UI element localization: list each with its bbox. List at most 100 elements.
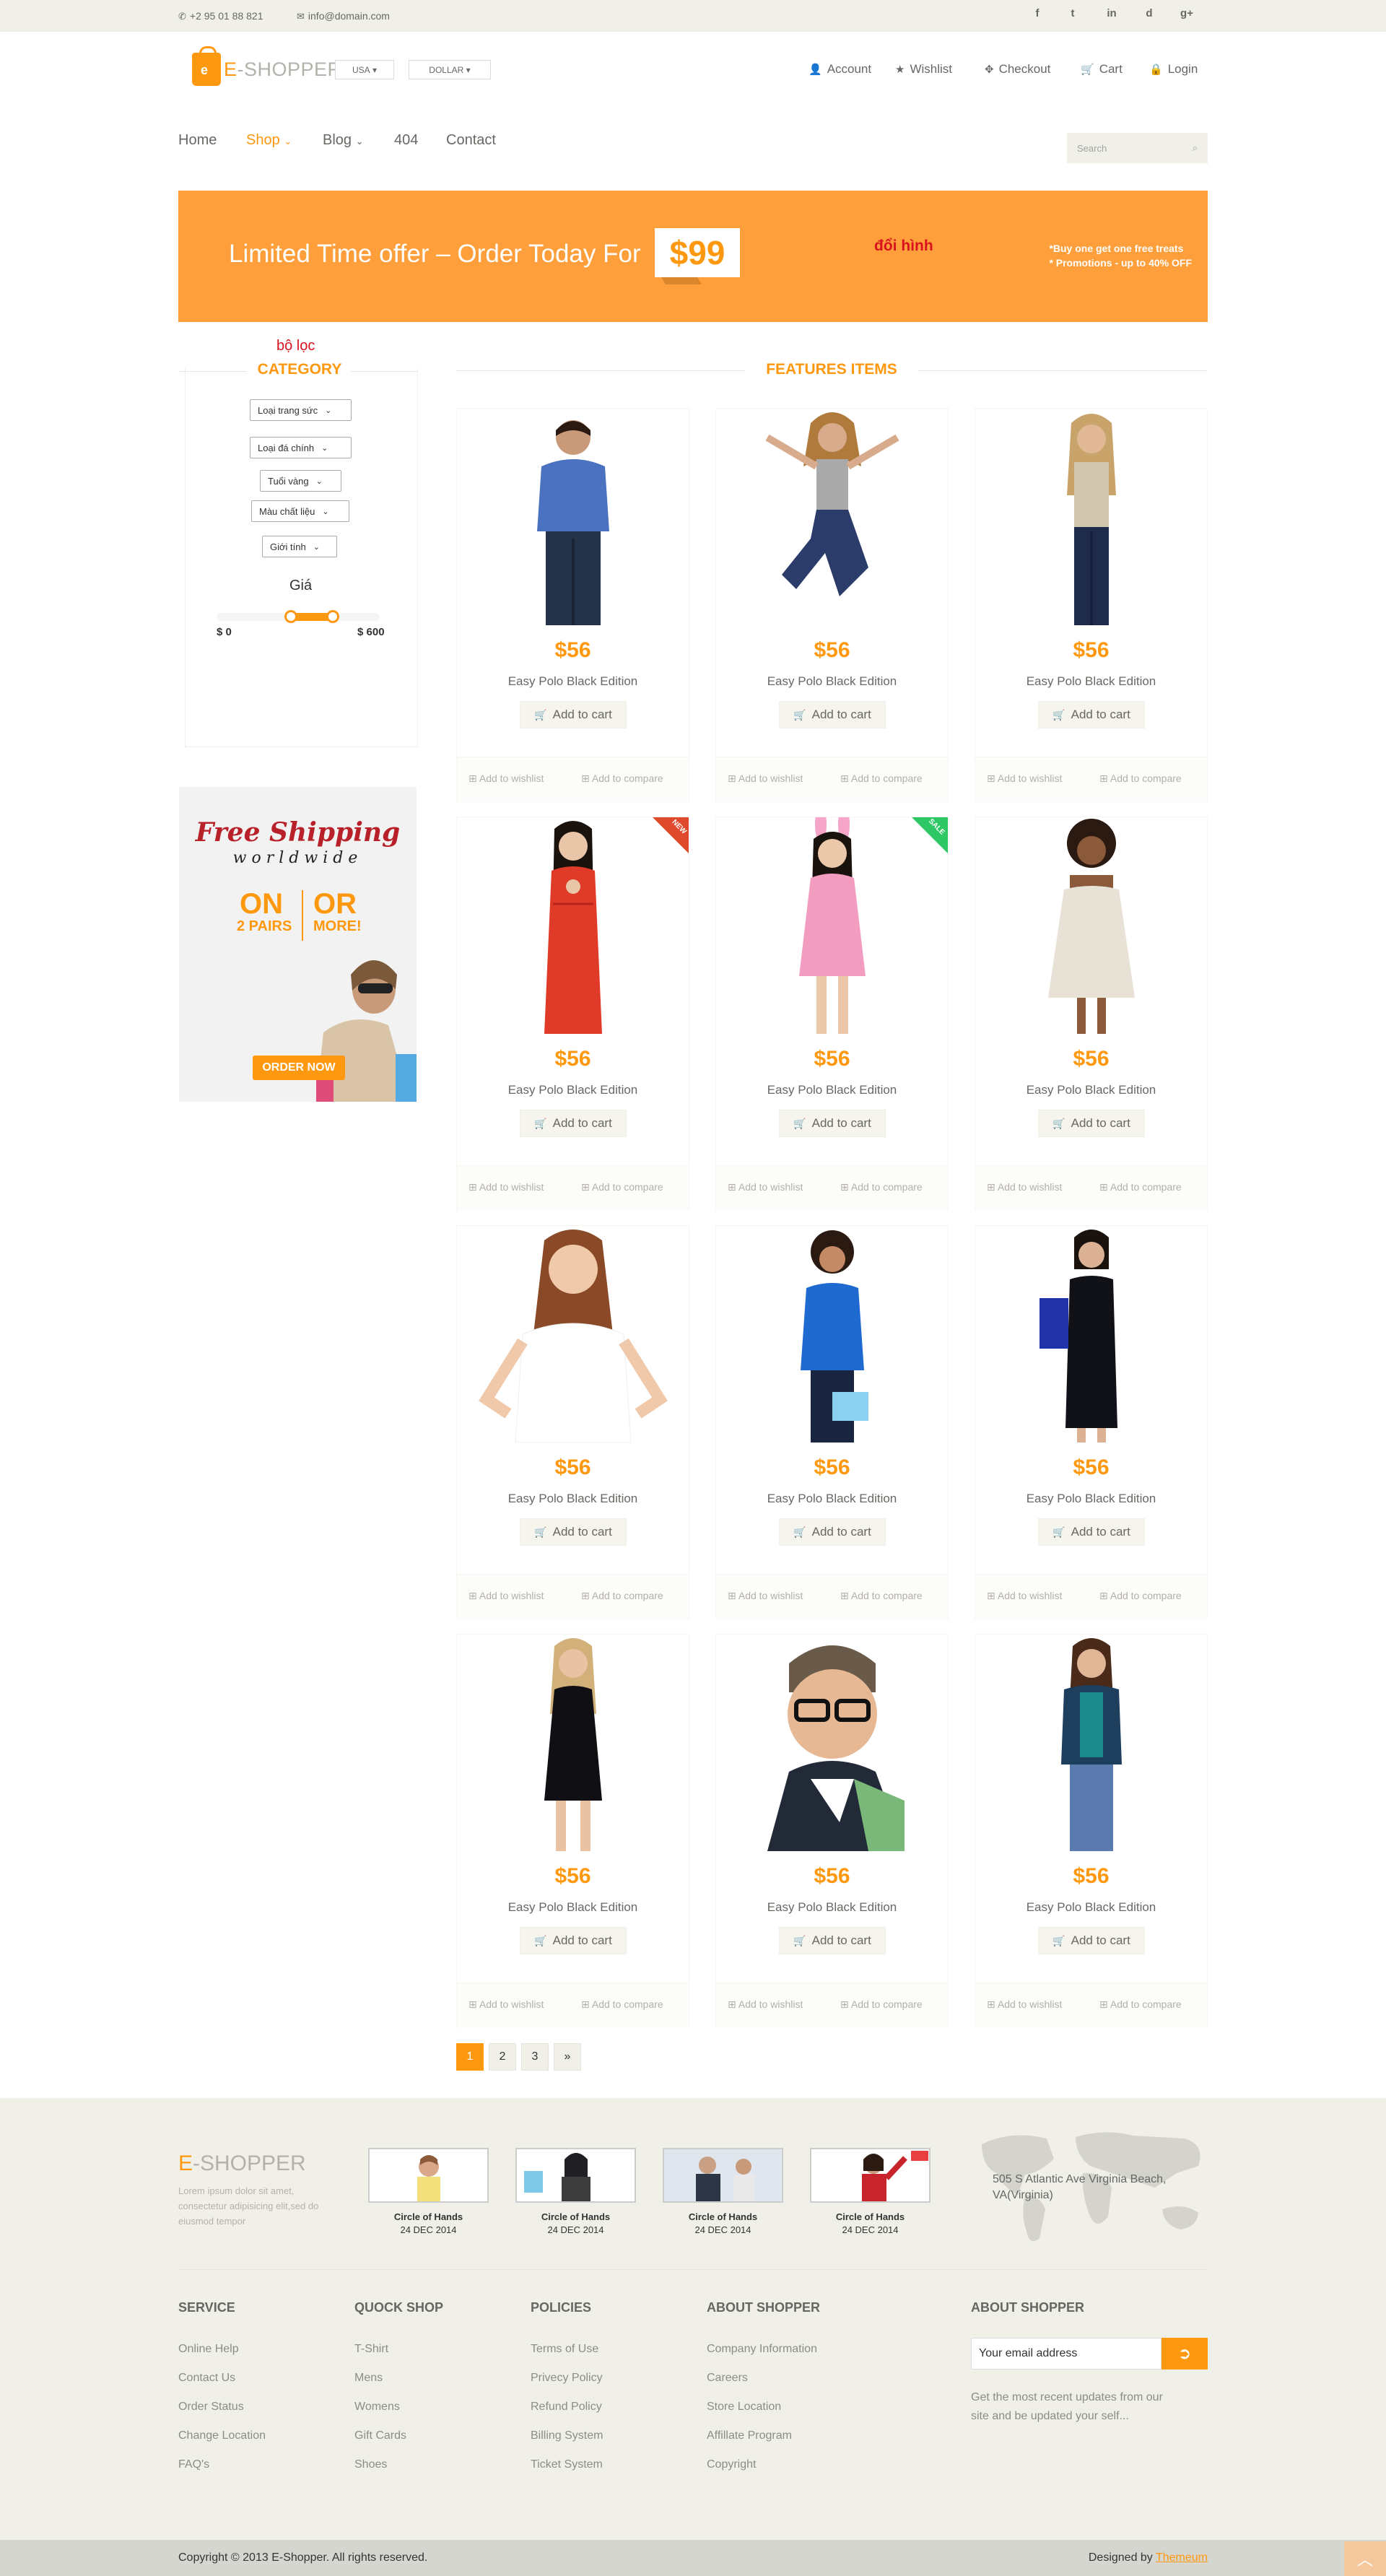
twitter-icon[interactable]: t	[1064, 7, 1081, 25]
product-name[interactable]: Easy Polo Black Edition	[716, 1492, 948, 1506]
nav-blog[interactable]: Blog ⌄	[323, 132, 364, 149]
add-to-wishlist-link[interactable]: ⊞ Add to wishlist	[987, 1998, 1062, 2011]
add-to-compare-link[interactable]: ⊞ Add to compare	[581, 1998, 663, 2011]
add-to-cart-button[interactable]: 🛒 Add to cart	[779, 1110, 886, 1137]
phone-contact[interactable]: ✆ +2 95 01 88 821	[178, 10, 263, 22]
newsletter-submit-button[interactable]: ➲	[1161, 2338, 1208, 2370]
add-to-wishlist-link[interactable]: ⊞ Add to wishlist	[987, 773, 1062, 785]
site-logo[interactable]: e E-SHOPPER	[192, 46, 342, 88]
product-name[interactable]: Easy Polo Black Edition	[975, 1492, 1207, 1506]
footer-link[interactable]: Ticket System	[531, 2458, 603, 2471]
product-name[interactable]: Easy Polo Black Edition	[716, 1083, 948, 1097]
video-item[interactable]: Circle of Hands 24 DEC 2014	[515, 2148, 636, 2235]
add-to-cart-button[interactable]: 🛒 Add to cart	[520, 701, 627, 728]
product-image[interactable]	[975, 1635, 1207, 1853]
product-image[interactable]	[716, 409, 948, 627]
footer-link[interactable]: Change Location	[178, 2429, 266, 2442]
product-image[interactable]	[457, 409, 689, 627]
product-card[interactable]: $56 Easy Polo Black Edition 🛒 Add to cart…	[975, 1634, 1208, 2028]
product-name[interactable]: Easy Polo Black Edition	[457, 1083, 689, 1097]
footer-link[interactable]: Billing System	[531, 2429, 603, 2442]
login-link[interactable]: 🔒 Login	[1149, 62, 1198, 77]
product-name[interactable]: Easy Polo Black Edition	[457, 674, 689, 689]
add-to-compare-link[interactable]: ⊞ Add to compare	[1099, 1590, 1182, 1602]
nav-404[interactable]: 404	[394, 132, 418, 149]
footer-link[interactable]: Order Status	[178, 2401, 244, 2414]
product-image[interactable]	[716, 1226, 948, 1444]
footer-link[interactable]: Online Help	[178, 2343, 239, 2356]
page-3[interactable]: 3	[521, 2043, 549, 2071]
product-name[interactable]: Easy Polo Black Edition	[457, 1492, 689, 1506]
add-to-cart-button[interactable]: 🛒 Add to cart	[1038, 1927, 1145, 1954]
dribbble-icon[interactable]: d	[1141, 7, 1158, 25]
product-image[interactable]	[716, 1635, 948, 1853]
cart-link[interactable]: 🛒 Cart	[1081, 62, 1123, 77]
footer-link[interactable]: Careers	[707, 2372, 748, 2385]
add-to-wishlist-link[interactable]: ⊞ Add to wishlist	[468, 1998, 544, 2011]
video-thumbnail[interactable]	[663, 2148, 783, 2203]
nav-shop[interactable]: Shop ⌄	[246, 132, 292, 149]
footer-link[interactable]: Contact Us	[178, 2372, 235, 2385]
email-contact[interactable]: ✉ info@domain.com	[297, 10, 390, 22]
add-to-compare-link[interactable]: ⊞ Add to compare	[840, 1181, 923, 1193]
add-to-compare-link[interactable]: ⊞ Add to compare	[1099, 773, 1182, 785]
product-card[interactable]: $56 Easy Polo Black Edition 🛒 Add to cart…	[975, 1225, 1208, 1619]
add-to-cart-button[interactable]: 🛒 Add to cart	[520, 1518, 627, 1546]
add-to-cart-button[interactable]: 🛒 Add to cart	[779, 1927, 886, 1954]
add-to-cart-button[interactable]: 🛒 Add to cart	[520, 1927, 627, 1954]
product-card[interactable]: $56 Easy Polo Black Edition 🛒 Add to cart…	[715, 408, 949, 802]
filter-main-stone[interactable]: Loại đá chính ⌄	[250, 437, 352, 458]
product-card[interactable]: $56 Easy Polo Black Edition 🛒 Add to cart…	[975, 817, 1208, 1211]
add-to-compare-link[interactable]: ⊞ Add to compare	[581, 773, 663, 785]
product-image[interactable]	[457, 1635, 689, 1853]
nav-home[interactable]: Home	[178, 132, 217, 149]
video-item[interactable]: Circle of Hands 24 DEC 2014	[663, 2148, 783, 2235]
footer-link[interactable]: Company Information	[707, 2343, 817, 2356]
search-input[interactable]: Search ⌕	[1067, 133, 1208, 163]
product-card[interactable]: $56 Easy Polo Black Edition 🛒 Add to cart…	[975, 408, 1208, 802]
product-name[interactable]: Easy Polo Black Edition	[975, 1083, 1207, 1097]
product-name[interactable]: Easy Polo Black Edition	[975, 674, 1207, 689]
promo-banner[interactable]: Limited Time offer – Order Today For $99…	[178, 191, 1208, 322]
add-to-wishlist-link[interactable]: ⊞ Add to wishlist	[468, 773, 544, 785]
footer-link[interactable]: Affillate Program	[707, 2429, 792, 2442]
add-to-wishlist-link[interactable]: ⊞ Add to wishlist	[987, 1181, 1062, 1193]
scroll-up-button[interactable]: ︿	[1344, 2541, 1386, 2576]
footer-link[interactable]: Refund Policy	[531, 2401, 602, 2414]
video-thumbnail[interactable]	[515, 2148, 636, 2203]
footer-logo[interactable]: E-SHOPPER	[178, 2151, 306, 2176]
add-to-compare-link[interactable]: ⊞ Add to compare	[1099, 1181, 1182, 1193]
order-now-button[interactable]: ORDER NOW	[253, 1056, 345, 1080]
add-to-cart-button[interactable]: 🛒 Add to cart	[1038, 1518, 1145, 1546]
add-to-wishlist-link[interactable]: ⊞ Add to wishlist	[728, 1998, 803, 2011]
add-to-cart-button[interactable]: 🛒 Add to cart	[1038, 1110, 1145, 1137]
filter-material-color[interactable]: Màu chất liệu ⌄	[251, 500, 349, 522]
footer-link[interactable]: T-Shirt	[354, 2343, 388, 2356]
product-card[interactable]: SALE $56 Easy Polo Black Edition 🛒 Add to…	[715, 817, 949, 1211]
add-to-wishlist-link[interactable]: ⊞ Add to wishlist	[728, 1590, 803, 1602]
country-dropdown[interactable]: USA ▾	[335, 60, 394, 79]
add-to-cart-button[interactable]: 🛒 Add to cart	[779, 1518, 886, 1546]
add-to-compare-link[interactable]: ⊞ Add to compare	[581, 1590, 663, 1602]
add-to-compare-link[interactable]: ⊞ Add to compare	[840, 773, 923, 785]
product-name[interactable]: Easy Polo Black Edition	[975, 1900, 1207, 1915]
add-to-wishlist-link[interactable]: ⊞ Add to wishlist	[728, 1181, 803, 1193]
product-name[interactable]: Easy Polo Black Edition	[716, 1900, 948, 1915]
newsletter-email-input[interactable]: Your email address	[971, 2338, 1161, 2370]
video-item[interactable]: Circle of Hands 24 DEC 2014	[368, 2148, 489, 2235]
product-image[interactable]	[975, 817, 1207, 1035]
product-card[interactable]: $56 Easy Polo Black Edition 🛒 Add to cart…	[715, 1225, 949, 1619]
video-thumbnail[interactable]	[810, 2148, 930, 2203]
product-card[interactable]: NEW $56 Easy Polo Black Edition 🛒 Add to …	[456, 817, 689, 1211]
google-plus-icon[interactable]: g+	[1178, 7, 1195, 25]
add-to-cart-button[interactable]: 🛒 Add to cart	[779, 701, 886, 728]
footer-link[interactable]: Gift Cards	[354, 2429, 406, 2442]
page-1[interactable]: 1	[456, 2043, 484, 2071]
product-name[interactable]: Easy Polo Black Edition	[716, 674, 948, 689]
product-card[interactable]: $56 Easy Polo Black Edition 🛒 Add to cart…	[456, 1225, 689, 1619]
linkedin-icon[interactable]: in	[1103, 7, 1120, 25]
add-to-wishlist-link[interactable]: ⊞ Add to wishlist	[728, 773, 803, 785]
checkout-link[interactable]: ✥ Checkout	[985, 62, 1050, 77]
filter-gender[interactable]: Giới tính ⌄	[262, 536, 337, 557]
add-to-wishlist-link[interactable]: ⊞ Add to wishlist	[987, 1590, 1062, 1602]
